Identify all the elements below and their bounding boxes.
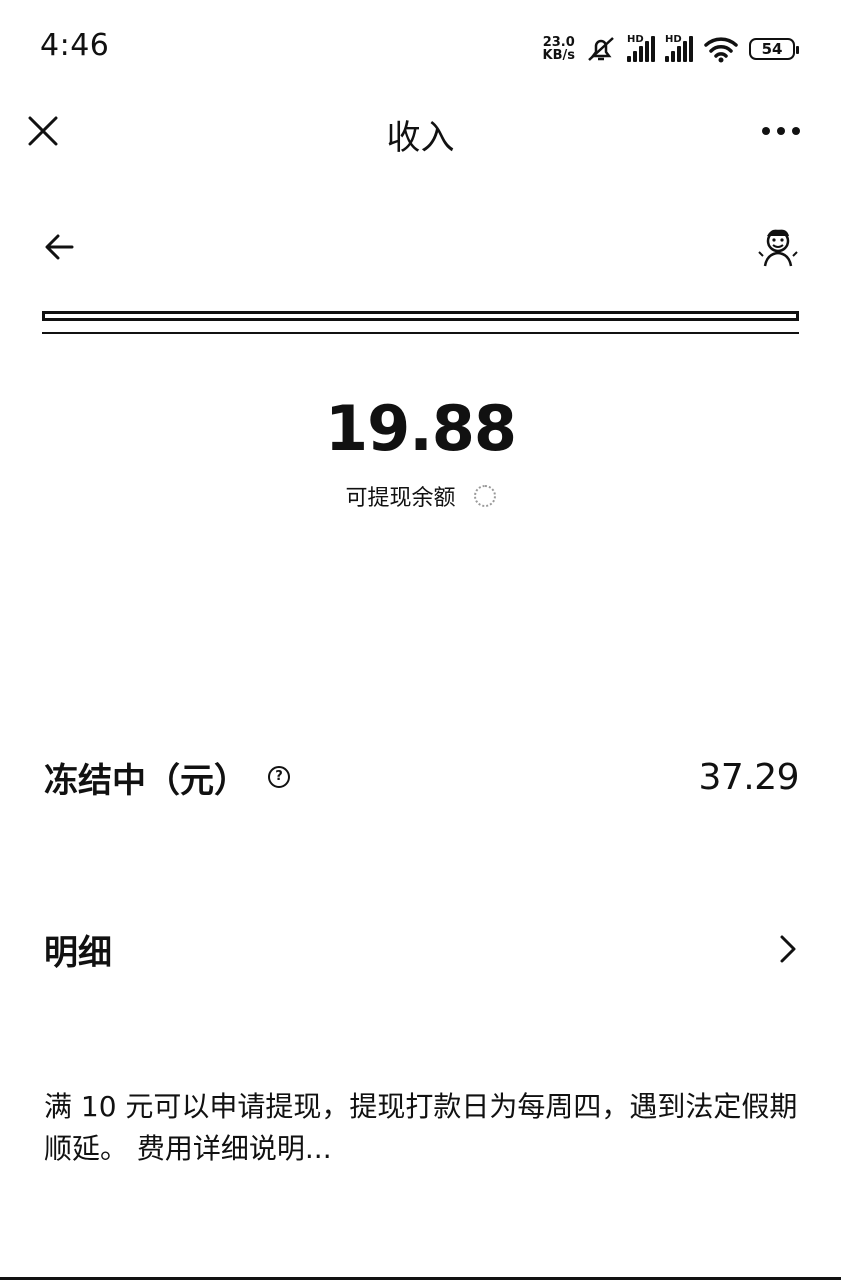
balance-label: 可提现余额 (345, 486, 456, 511)
balance-amount: 19.88 (324, 392, 517, 465)
page-title: 收入 (386, 118, 455, 158)
status-icons: 23.0 KB/s HD HD 54 (543, 32, 799, 66)
balance-label-row: 可提现余额 (0, 480, 841, 512)
status-time: 4:46 (40, 28, 110, 63)
signal-icon: HD (665, 34, 693, 62)
hd-label: HD (627, 34, 644, 45)
wifi-icon (704, 37, 738, 63)
net-speed-unit: KB/s (542, 48, 575, 63)
frozen-label: 冻结中（元） (44, 760, 248, 801)
battery-level: 54 (761, 40, 783, 58)
net-speed: 23.0 KB/s (543, 36, 575, 62)
notice-text[interactable]: 满 10 元可以申请提现，提现打款日为每周四，遇到法定假期顺延。 费用详细说明.… (44, 1086, 804, 1170)
detail-row[interactable]: 明细 (44, 924, 799, 974)
help-icon[interactable]: ? (268, 766, 290, 788)
mute-icon (588, 37, 614, 61)
avatar[interactable] (757, 226, 799, 268)
detail-label: 明细 (44, 932, 112, 973)
header-divider-thin (42, 332, 799, 334)
frozen-left: 冻结中（元） ? (44, 753, 290, 802)
frozen-row: 冻结中（元） ? 37.29 (44, 752, 799, 802)
chevron-right-icon (780, 935, 796, 963)
info-icon[interactable] (473, 485, 496, 507)
frozen-value: 37.29 (698, 756, 799, 798)
signal-icon: HD (627, 34, 655, 62)
back-arrow-icon[interactable] (44, 232, 76, 262)
hd-label: HD (665, 34, 682, 45)
header-divider (42, 311, 799, 321)
battery-icon: 54 (749, 38, 799, 60)
more-icon[interactable] (761, 126, 801, 136)
